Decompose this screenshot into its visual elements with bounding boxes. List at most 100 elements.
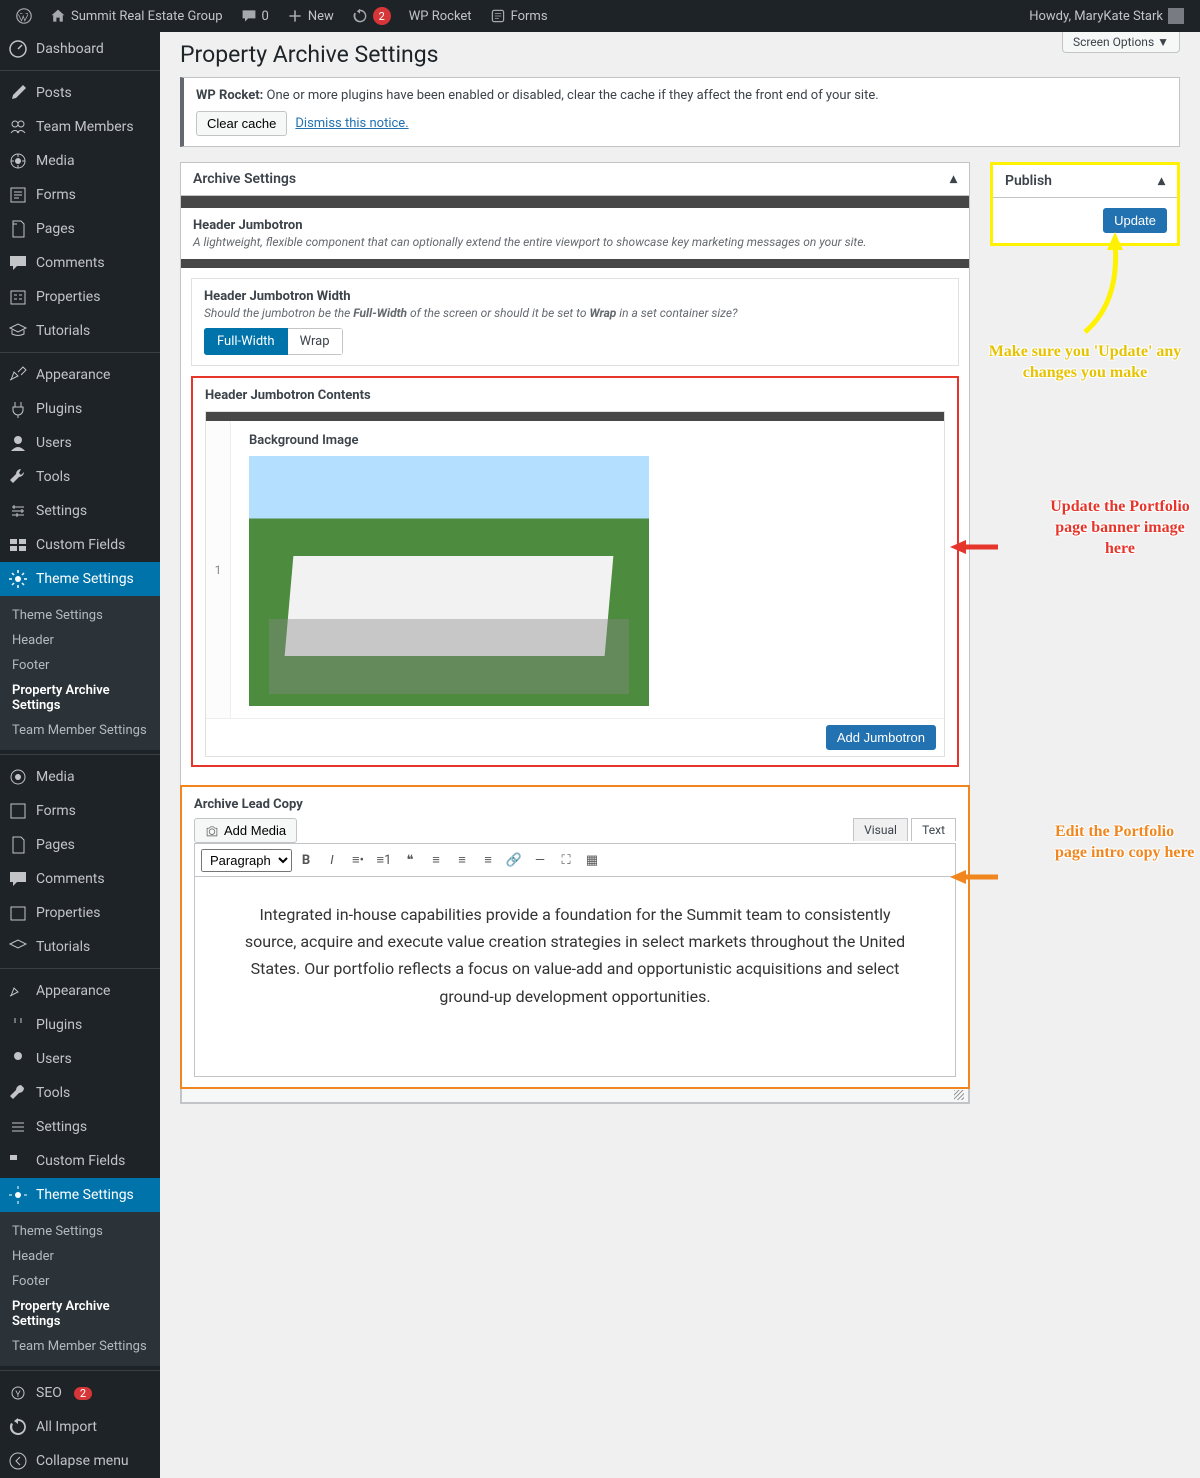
bullet-list-button[interactable]: ≡• bbox=[346, 848, 370, 872]
page-title: Property Archive Settings bbox=[180, 41, 439, 68]
menu-theme-settings-2[interactable]: Theme Settings bbox=[0, 1178, 160, 1212]
menu-comments-2[interactable]: Comments bbox=[0, 862, 160, 896]
menu-collapse[interactable]: Collapse menu bbox=[0, 1444, 160, 1478]
menu-team-members[interactable]: Team Members bbox=[0, 110, 160, 144]
menu-forms-2[interactable]: Forms bbox=[0, 794, 160, 828]
menu-users-2[interactable]: Users bbox=[0, 1042, 160, 1076]
menu-custom-fields[interactable]: Custom Fields bbox=[0, 528, 160, 562]
menu-appearance[interactable]: Appearance bbox=[0, 358, 160, 392]
italic-button[interactable]: I bbox=[320, 848, 344, 872]
submenu-item-team-member-2[interactable]: Team Member Settings bbox=[0, 1334, 160, 1359]
toolbar-toggle-button[interactable]: ▦ bbox=[580, 848, 604, 872]
menu-tutorials[interactable]: Tutorials bbox=[0, 314, 160, 348]
menu-plugins-2[interactable]: Plugins bbox=[0, 1008, 160, 1042]
menu-settings-2[interactable]: Settings bbox=[0, 1110, 160, 1144]
editor-tab-visual[interactable]: Visual bbox=[853, 818, 908, 841]
new-label: New bbox=[308, 9, 334, 24]
archive-settings-panel: Archive Settings▴ Header Jumbotron A lig… bbox=[180, 162, 970, 1104]
align-center-button[interactable]: ≡ bbox=[450, 848, 474, 872]
seo-badge: 2 bbox=[74, 1387, 92, 1400]
submenu-item-header-2[interactable]: Header bbox=[0, 1244, 160, 1269]
update-button[interactable]: Update bbox=[1103, 208, 1167, 233]
row-number: 1 bbox=[206, 421, 231, 718]
site-name-link[interactable]: Summit Real Estate Group bbox=[42, 0, 231, 32]
fullscreen-button[interactable]: ⛶ bbox=[554, 848, 578, 872]
menu-tools-2[interactable]: Tools bbox=[0, 1076, 160, 1110]
number-list-button[interactable]: ≡1 bbox=[372, 848, 396, 872]
archive-lead-copy-panel: Archive Lead Copy Add Media Visual Text … bbox=[180, 785, 970, 1089]
clear-cache-button[interactable]: Clear cache bbox=[196, 111, 287, 136]
annotation-update: Make sure you 'Update' any changes you m… bbox=[980, 342, 1190, 384]
menu-pages-2[interactable]: Pages bbox=[0, 828, 160, 862]
collapse-icon[interactable]: ▴ bbox=[950, 171, 957, 187]
updates-link[interactable]: 2 bbox=[344, 0, 399, 32]
more-button[interactable]: — bbox=[528, 848, 552, 872]
background-image-preview[interactable] bbox=[249, 456, 649, 706]
wp-rocket-link[interactable]: WP Rocket bbox=[401, 0, 480, 32]
menu-appearance-2[interactable]: Appearance bbox=[0, 974, 160, 1008]
menu-properties-2[interactable]: Properties bbox=[0, 896, 160, 930]
width-option-wrap[interactable]: Wrap bbox=[288, 328, 343, 355]
quote-button[interactable]: ❝ bbox=[398, 848, 422, 872]
submenu-item-footer-2[interactable]: Footer bbox=[0, 1269, 160, 1294]
menu-seo[interactable]: YSEO2 bbox=[0, 1376, 160, 1410]
howdy-text: Howdy, MaryKate Stark bbox=[1029, 9, 1163, 24]
menu-media-2[interactable]: Media bbox=[0, 760, 160, 794]
submenu-item-property-archive-2[interactable]: Property Archive Settings bbox=[0, 1294, 160, 1334]
screen-options-toggle[interactable]: Screen Options ▼ bbox=[1062, 32, 1180, 53]
submenu-item-theme-settings-2[interactable]: Theme Settings bbox=[0, 1219, 160, 1244]
format-select[interactable]: Paragraph bbox=[201, 849, 292, 872]
jumbotron-contents-panel: Header Jumbotron Contents 1 Background I… bbox=[191, 376, 959, 767]
submenu-item-header[interactable]: Header bbox=[0, 628, 160, 653]
admin-sidebar: Dashboard Posts Team Members Media Forms… bbox=[0, 32, 160, 1478]
add-jumbotron-button[interactable]: Add Jumbotron bbox=[826, 725, 936, 750]
lead-copy-title: Archive Lead Copy bbox=[194, 797, 956, 812]
wordpress-logo-icon[interactable] bbox=[8, 0, 40, 32]
dismiss-notice-link[interactable]: Dismiss this notice. bbox=[295, 116, 408, 131]
submenu-item-footer[interactable]: Footer bbox=[0, 653, 160, 678]
yellow-arrow-icon bbox=[1065, 232, 1135, 342]
user-account-link[interactable]: Howdy, MaryKate Stark bbox=[1021, 0, 1192, 32]
menu-posts[interactable]: Posts bbox=[0, 76, 160, 110]
menu-tools[interactable]: Tools bbox=[0, 460, 160, 494]
menu-plugins[interactable]: Plugins bbox=[0, 392, 160, 426]
menu-media[interactable]: Media bbox=[0, 144, 160, 178]
archive-settings-header[interactable]: Archive Settings▴ bbox=[181, 163, 969, 196]
forms-link[interactable]: Forms bbox=[482, 0, 556, 32]
editor-tab-text[interactable]: Text bbox=[911, 818, 956, 841]
align-right-button[interactable]: ≡ bbox=[476, 848, 500, 872]
editor-content[interactable]: Integrated in-house capabilities provide… bbox=[194, 877, 956, 1077]
submenu-theme-settings: Theme Settings Header Footer Property Ar… bbox=[0, 596, 160, 750]
editor-resize-handle[interactable] bbox=[181, 1089, 969, 1103]
menu-properties[interactable]: Properties bbox=[0, 280, 160, 314]
add-media-button[interactable]: Add Media bbox=[194, 818, 297, 843]
menu-settings[interactable]: Settings bbox=[0, 494, 160, 528]
menu-users[interactable]: Users bbox=[0, 426, 160, 460]
camera-icon bbox=[205, 824, 219, 838]
menu-comments[interactable]: Comments bbox=[0, 246, 160, 280]
annotation-intro-copy: Edit the Portfolio page intro copy here bbox=[1055, 822, 1200, 864]
menu-custom-fields-2[interactable]: Custom Fields bbox=[0, 1144, 160, 1178]
width-option-full[interactable]: Full-Width bbox=[204, 328, 288, 355]
bold-button[interactable]: B bbox=[294, 848, 318, 872]
jumbotron-width-desc: Should the jumbotron be the Full-Width o… bbox=[204, 306, 946, 320]
submenu-item-property-archive[interactable]: Property Archive Settings bbox=[0, 678, 160, 718]
menu-forms[interactable]: Forms bbox=[0, 178, 160, 212]
menu-theme-settings[interactable]: Theme Settings bbox=[0, 562, 160, 596]
menu-tutorials-2[interactable]: Tutorials bbox=[0, 930, 160, 964]
link-button[interactable]: 🔗 bbox=[502, 848, 526, 872]
publish-header[interactable]: Publish▴ bbox=[993, 165, 1177, 198]
align-left-button[interactable]: ≡ bbox=[424, 848, 448, 872]
submenu-item-theme-settings[interactable]: Theme Settings bbox=[0, 603, 160, 628]
menu-pages[interactable]: Pages bbox=[0, 212, 160, 246]
menu-dashboard[interactable]: Dashboard bbox=[0, 32, 160, 66]
jumbotron-width-toggle: Full-Width Wrap bbox=[204, 328, 343, 355]
comments-link[interactable]: 0 bbox=[233, 0, 277, 32]
menu-all-import[interactable]: All Import bbox=[0, 1410, 160, 1444]
jumbotron-contents-title: Header Jumbotron Contents bbox=[205, 388, 945, 403]
submenu-item-team-member[interactable]: Team Member Settings bbox=[0, 718, 160, 743]
header-jumbotron-title: Header Jumbotron bbox=[193, 218, 957, 233]
collapse-icon[interactable]: ▴ bbox=[1158, 173, 1165, 189]
orange-arrow-icon bbox=[950, 862, 1000, 892]
new-content-link[interactable]: New bbox=[279, 0, 342, 32]
